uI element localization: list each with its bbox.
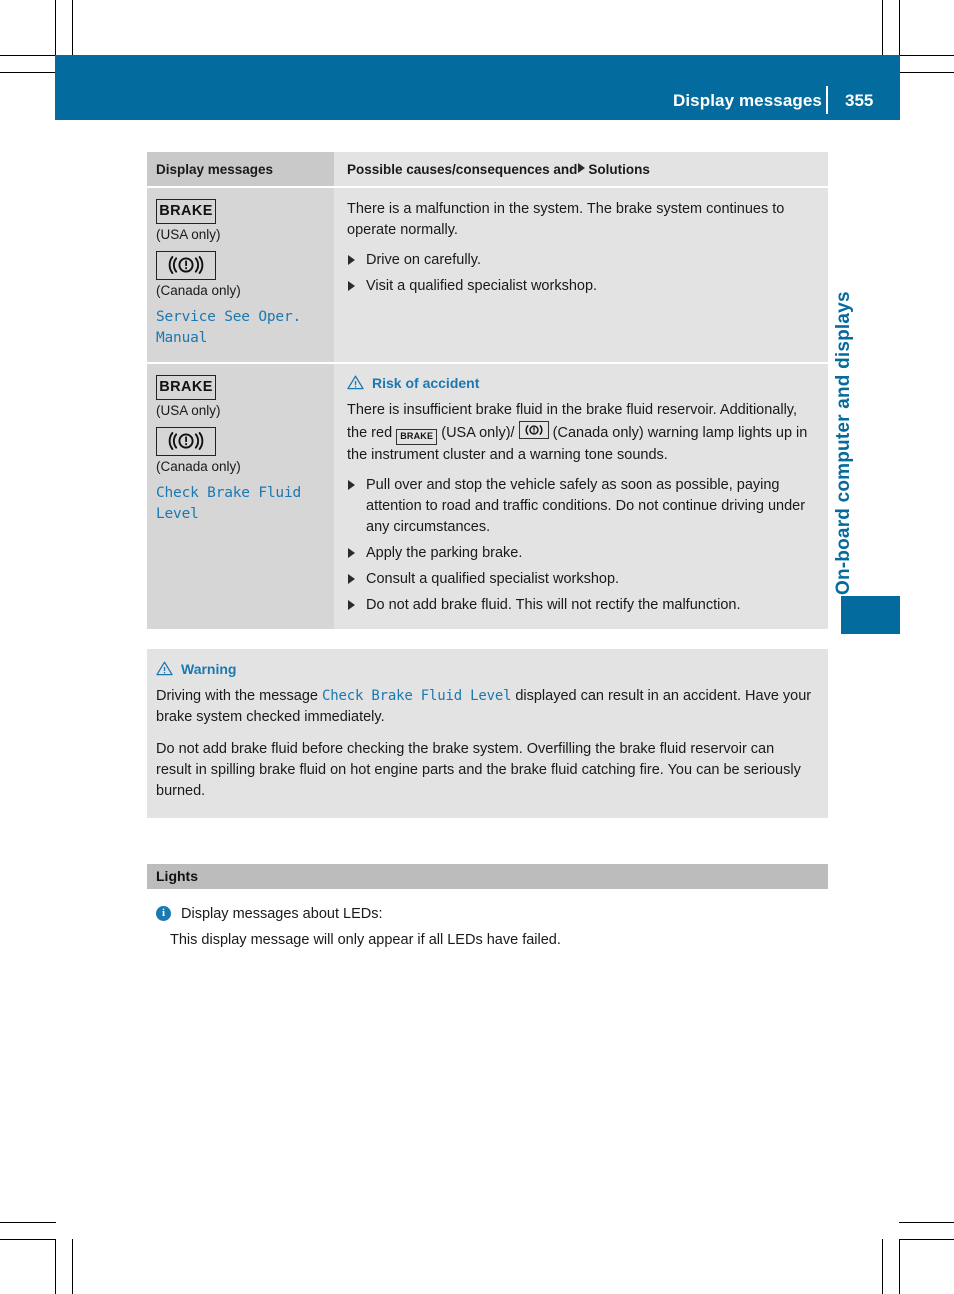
solution-bullet: Apply the parking brake.: [347, 543, 812, 564]
bullet-text: Apply the parking brake.: [366, 544, 523, 561]
info-note: i Display messages about LEDs:: [156, 904, 828, 925]
brake-canada-icon: [156, 426, 216, 456]
crop-mark-bottom-left-h1: [0, 1222, 56, 1223]
usa-only-note: (USA only): [156, 227, 221, 242]
brake-usa-icon: BRAKE: [156, 199, 216, 224]
canada-only-note: (Canada only): [156, 282, 241, 298]
page-number: 355: [845, 91, 874, 110]
brake-usa-icon: BRAKE: [156, 374, 216, 400]
bullet-text: Do not add brake fluid. This will not re…: [366, 596, 741, 613]
crop-mark-bottom-right-h2: [899, 1239, 954, 1240]
crop-mark-top-right-h2: [899, 72, 954, 73]
crop-mark-bottom-left-h2: [0, 1239, 56, 1240]
page-title: Display messages: [672, 91, 822, 110]
warning-paragraph-1: Driving with the message Check Brake Flu…: [156, 686, 812, 728]
bullet-arrow-icon: [348, 281, 355, 292]
display-message-text: Service See Oper. Manual: [156, 308, 302, 346]
bullet-arrow-icon: [348, 573, 355, 584]
chapter-side-tab-label: On-board computer and displays: [833, 291, 854, 595]
table-header-row: Display messages Possible causes/consequ…: [147, 152, 828, 188]
table-header-causes-text: Possible causes/consequences and: [347, 162, 578, 177]
info-icon: i: [156, 905, 171, 921]
crop-mark-top-right-v1: [882, 0, 883, 56]
page-header: Display messages 355: [55, 55, 900, 120]
crop-mark-top-left-h2: [0, 72, 56, 73]
brake-canada-icon: [156, 250, 216, 280]
warning-inline-message-code: Check Brake Fluid Level: [322, 687, 512, 704]
warning-heading: Warning: [156, 661, 812, 677]
bullet-text: Visit a qualified specialist workshop.: [366, 278, 598, 295]
warning-callout-box: Warning Driving with the message Check B…: [147, 648, 828, 818]
display-messages-table: Display messages Possible causes/consequ…: [147, 152, 828, 629]
lights-section-title: Lights: [156, 868, 198, 885]
warning-para1-before: Driving with the message: [156, 687, 318, 704]
bullet-text: Drive on carefully.: [366, 252, 481, 269]
crop-mark-bottom-left-v2: [72, 1239, 73, 1294]
bullet-text: Pull over and stop the vehicle safely as…: [366, 476, 806, 535]
solution-bullet: Visit a qualified specialist workshop.: [347, 276, 812, 297]
bullet-arrow-icon: [348, 599, 355, 610]
table-header-solutions-text: Solutions: [588, 162, 650, 177]
crop-mark-bottom-left-v1: [55, 1239, 56, 1294]
crop-mark-top-left-v2: [72, 0, 73, 56]
solutions-arrow-icon: [578, 163, 586, 173]
bullet-arrow-icon: [348, 255, 355, 266]
risk-of-accident-heading: Risk of accident: [347, 375, 812, 391]
risk-of-accident-label: Risk of accident: [372, 374, 480, 391]
info-note-subtext: This display message will only appear if…: [170, 932, 561, 948]
page-content: Display messages Possible causes/consequ…: [147, 152, 828, 951]
message-icons-cell: BRAKE (USA only): [147, 363, 334, 629]
message-description-cell: Risk of accident There is insufficient b…: [334, 363, 828, 629]
description-paragraph: There is insufficient brake fluid in the…: [347, 400, 812, 466]
warning-triangle-icon: [156, 661, 173, 676]
warning-triangle-icon: [347, 375, 364, 390]
crop-mark-top-right-v2: [899, 0, 900, 56]
info-note-text: Display messages about LEDs:: [181, 905, 383, 922]
warning-paragraph-2: Do not add brake fluid before checking t…: [156, 740, 801, 799]
lights-info-block: i Display messages about LEDs: This disp…: [147, 904, 828, 951]
warning-label: Warning: [181, 660, 237, 677]
description-paragraph: There is a malfunction in the system. Th…: [347, 201, 785, 239]
solution-bullet: Do not add brake fluid. This will not re…: [347, 595, 812, 616]
canada-only-note: (Canada only): [156, 458, 241, 474]
message-icons-cell: BRAKE (USA only): [147, 188, 334, 364]
solution-bullet: Drive on carefully.: [347, 250, 812, 271]
solution-bullet: Consult a qualified specialist workshop.: [347, 569, 812, 590]
crop-mark-top-left-v1: [55, 0, 56, 56]
table-header-causes-solutions: Possible causes/consequences and Solution…: [334, 152, 828, 188]
chapter-side-tab-marker: [841, 596, 900, 634]
bullet-text: Consult a qualified specialist workshop.: [366, 570, 620, 587]
crop-mark-bottom-right-h1: [899, 1222, 954, 1223]
display-message-text: Check Brake Fluid Level: [156, 484, 302, 522]
lights-section-bar: Lights: [147, 863, 828, 889]
crop-mark-bottom-right-v1: [882, 1239, 883, 1294]
crop-mark-bottom-right-v2: [899, 1239, 900, 1294]
solution-bullet: Pull over and stop the vehicle safely as…: [347, 475, 812, 538]
message-description-cell: There is a malfunction in the system. Th…: [334, 188, 828, 364]
description-part-2: (USA only)/: [441, 424, 515, 441]
header-divider: [826, 86, 828, 114]
inline-brake-usa-icon: BRAKE: [396, 428, 438, 445]
crop-mark-top-left-h1: [0, 55, 56, 56]
inline-brake-canada-icon: [518, 420, 549, 439]
usa-only-note: (USA only): [156, 402, 221, 418]
table-header-display-messages: Display messages: [147, 152, 334, 188]
table-row: BRAKE (USA only): [147, 363, 828, 629]
bullet-arrow-icon: [348, 547, 355, 558]
table-row: BRAKE (USA only): [147, 188, 828, 364]
crop-mark-top-right-h1: [899, 55, 954, 56]
bullet-arrow-icon: [348, 479, 355, 490]
